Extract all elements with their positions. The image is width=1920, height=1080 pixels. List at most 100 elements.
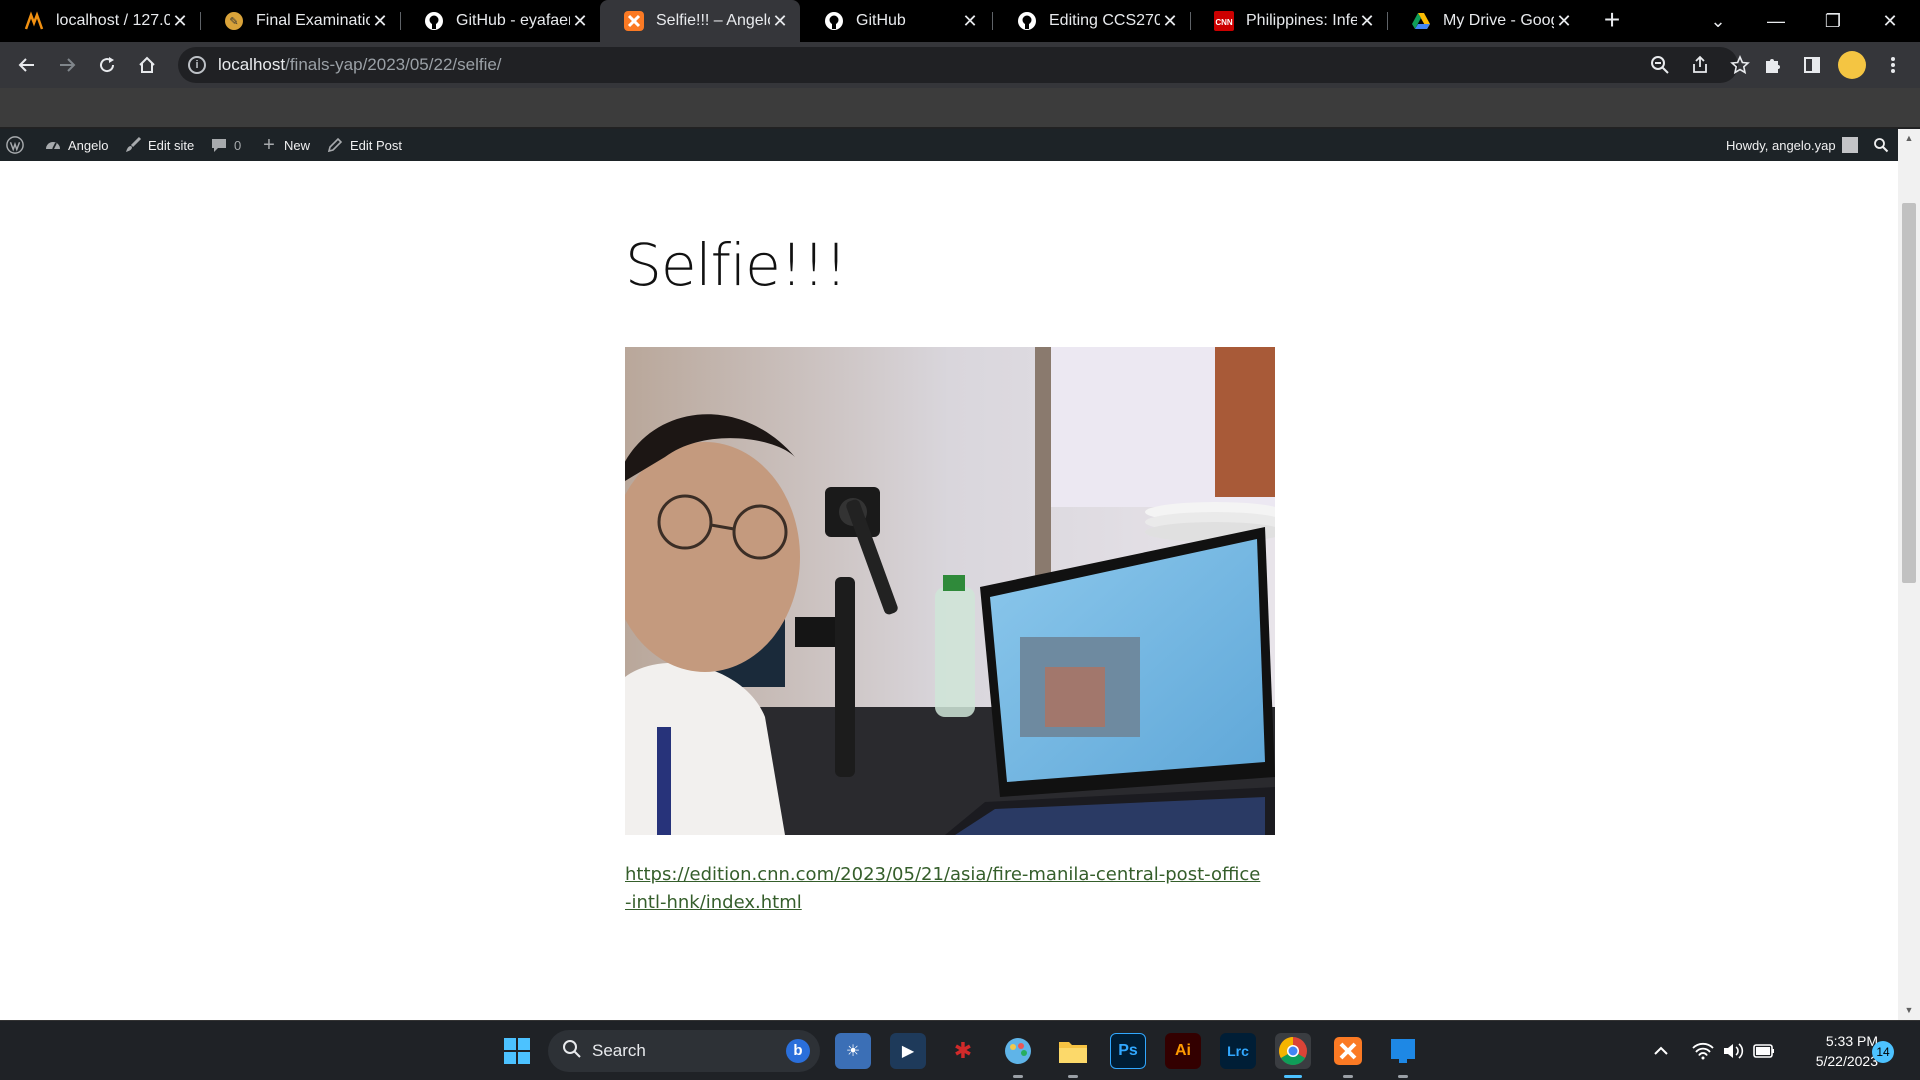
close-tab-icon[interactable]: ✕ xyxy=(370,11,390,31)
github-icon xyxy=(1017,11,1037,31)
close-tab-icon[interactable]: ✕ xyxy=(1554,11,1574,31)
xampp-icon xyxy=(624,11,644,31)
tab-google-drive[interactable]: My Drive - Google ✕ xyxy=(1387,0,1584,42)
github-icon xyxy=(824,11,844,31)
notification-badge[interactable]: 14 xyxy=(1872,1041,1894,1063)
wifi-icon[interactable] xyxy=(1692,1021,1714,1080)
side-panel-icon[interactable] xyxy=(1795,48,1829,82)
tab-strip: localhost / 127.0.0.1 ✕ ✎ Final Examinat… xyxy=(0,0,1920,42)
show-hidden-icons-chevron-icon[interactable] xyxy=(1652,1021,1670,1080)
file-explorer-icon[interactable] xyxy=(1055,1033,1091,1078)
illustrator-icon[interactable]: Ai xyxy=(1165,1033,1201,1069)
cnn-article-link[interactable]: https://edition.cnn.com/2023/05/21/asia/… xyxy=(625,861,1265,917)
share-icon[interactable] xyxy=(1683,47,1717,83)
close-tab-icon[interactable]: ✕ xyxy=(170,11,190,31)
howdy-greeting: Howdy, angelo.yap xyxy=(1726,137,1836,153)
battery-icon[interactable] xyxy=(1752,1021,1776,1080)
taskbar-search-box[interactable]: Search b xyxy=(548,1030,820,1072)
address-bar[interactable]: i localhost/finals-yap/2023/05/22/selfie… xyxy=(178,47,1750,83)
back-button[interactable] xyxy=(10,48,44,82)
restore-button[interactable]: ❐ xyxy=(1805,0,1861,42)
browser-menu-icon[interactable] xyxy=(1876,48,1910,82)
close-tab-icon[interactable]: ✕ xyxy=(960,11,980,31)
start-button[interactable] xyxy=(499,1033,535,1069)
url-host: localhost xyxy=(218,55,286,74)
bing-icon: b xyxy=(786,1039,810,1063)
close-tab-icon[interactable]: ✕ xyxy=(570,11,590,31)
brush-icon xyxy=(124,136,142,154)
comments-button[interactable]: 0 xyxy=(210,129,241,161)
cnn-icon: CNN xyxy=(1214,11,1234,31)
video-editor-icon[interactable]: ▶ xyxy=(890,1033,926,1069)
zoom-icon[interactable] xyxy=(1643,47,1677,83)
close-tab-icon[interactable]: ✕ xyxy=(770,11,790,31)
running-indicator xyxy=(1398,1075,1408,1078)
scroll-up-arrow-icon[interactable]: ▲ xyxy=(1902,131,1916,145)
clock-time: 5:33 PM xyxy=(1825,1033,1878,1049)
tab-cnn-philippines[interactable]: CNN Philippines: Infern ✕ xyxy=(1190,0,1387,42)
wordpress-logo-button[interactable] xyxy=(6,129,24,161)
minimize-button[interactable]: — xyxy=(1748,0,1804,42)
pencil-icon xyxy=(326,136,344,154)
user-avatar xyxy=(1841,137,1858,153)
clock-date: 5/22/2023 xyxy=(1815,1053,1878,1069)
admin-search-button[interactable] xyxy=(1872,129,1890,161)
address-url[interactable]: localhost/finals-yap/2023/05/22/selfie/ xyxy=(218,55,502,75)
extensions-puzzle-icon[interactable] xyxy=(1755,48,1789,82)
github-icon xyxy=(424,11,444,31)
plus-icon: + xyxy=(263,133,275,156)
edit-site-button[interactable]: Edit site xyxy=(124,129,194,161)
forward-button[interactable] xyxy=(50,48,84,82)
post-title: Selfie!!! xyxy=(625,231,848,299)
bookmark-star-icon[interactable] xyxy=(1723,47,1757,83)
selfie-image xyxy=(625,347,1275,835)
site-name-menu[interactable]: Angelo xyxy=(44,129,108,161)
scroll-down-arrow-icon[interactable]: ▼ xyxy=(1902,1003,1916,1017)
phpmyadmin-icon xyxy=(24,11,44,31)
lightroom-classic-icon[interactable]: Lrc xyxy=(1220,1033,1256,1069)
profile-avatar[interactable] xyxy=(1838,51,1866,79)
system-clock[interactable]: 5:33 PM 5/22/2023 xyxy=(1786,1031,1878,1071)
new-tab-button[interactable]: + xyxy=(1598,6,1626,35)
tab-phpmyadmin[interactable]: localhost / 127.0.0.1 ✕ xyxy=(0,0,200,42)
paint-app-icon[interactable] xyxy=(1000,1033,1036,1078)
reload-button[interactable] xyxy=(90,48,124,82)
my-account-menu[interactable]: Howdy, angelo.yap xyxy=(1726,129,1858,161)
new-label: New xyxy=(284,137,311,153)
red-app-icon[interactable]: ✱ xyxy=(945,1033,981,1069)
scrollbar-thumb[interactable] xyxy=(1902,203,1916,583)
dashboard-icon xyxy=(44,136,62,154)
new-content-button[interactable]: + New xyxy=(260,129,310,161)
close-tab-icon[interactable]: ✕ xyxy=(1357,11,1377,31)
google-drive-icon xyxy=(1411,11,1431,31)
page-scrollbar[interactable]: ▲ ▼ xyxy=(1898,129,1920,1020)
bookmarks-bar-area xyxy=(0,88,1920,128)
running-indicator xyxy=(1068,1075,1078,1078)
volume-icon[interactable] xyxy=(1722,1021,1744,1080)
active-indicator xyxy=(1284,1075,1302,1078)
close-window-button[interactable]: ✕ xyxy=(1862,0,1918,42)
tab-title: localhost / 127.0.0.1 xyxy=(56,12,170,29)
xampp-taskbar-icon[interactable] xyxy=(1330,1033,1366,1078)
site-info-icon[interactable]: i xyxy=(188,56,206,74)
comment-bubble-icon xyxy=(210,136,228,154)
tab-title: Final Examination xyxy=(256,12,370,29)
tab-title: GitHub - eyafaer/ xyxy=(456,12,570,29)
tab-github[interactable]: GitHub ✕ xyxy=(800,0,990,42)
close-tab-icon[interactable]: ✕ xyxy=(1160,11,1180,31)
tab-selfie-active[interactable]: Selfie!!! – Angelo ✕ xyxy=(600,0,800,42)
blue-app-icon[interactable] xyxy=(1385,1033,1421,1078)
photoshop-icon[interactable]: Ps xyxy=(1110,1033,1146,1069)
chrome-icon[interactable] xyxy=(1275,1033,1311,1078)
edit-post-button[interactable]: Edit Post xyxy=(326,129,402,161)
url-path: /finals-yap/2023/05/22/selfie/ xyxy=(285,55,502,74)
home-button[interactable] xyxy=(130,48,164,82)
tab-title: Selfie!!! – Angelo xyxy=(656,12,770,29)
search-label: Search xyxy=(592,1041,646,1060)
tab-github-eyafaer[interactable]: GitHub - eyafaer/ ✕ xyxy=(400,0,600,42)
tab-final-examination[interactable]: ✎ Final Examination ✕ xyxy=(200,0,400,42)
tab-editing-ccs2700[interactable]: Editing CCS2700- ✕ xyxy=(993,0,1190,42)
tab-search-chevron-icon[interactable]: ⌄ xyxy=(1690,0,1746,42)
widgets-app-icon[interactable]: ☀ xyxy=(835,1033,871,1069)
comments-count: 0 xyxy=(234,137,242,153)
